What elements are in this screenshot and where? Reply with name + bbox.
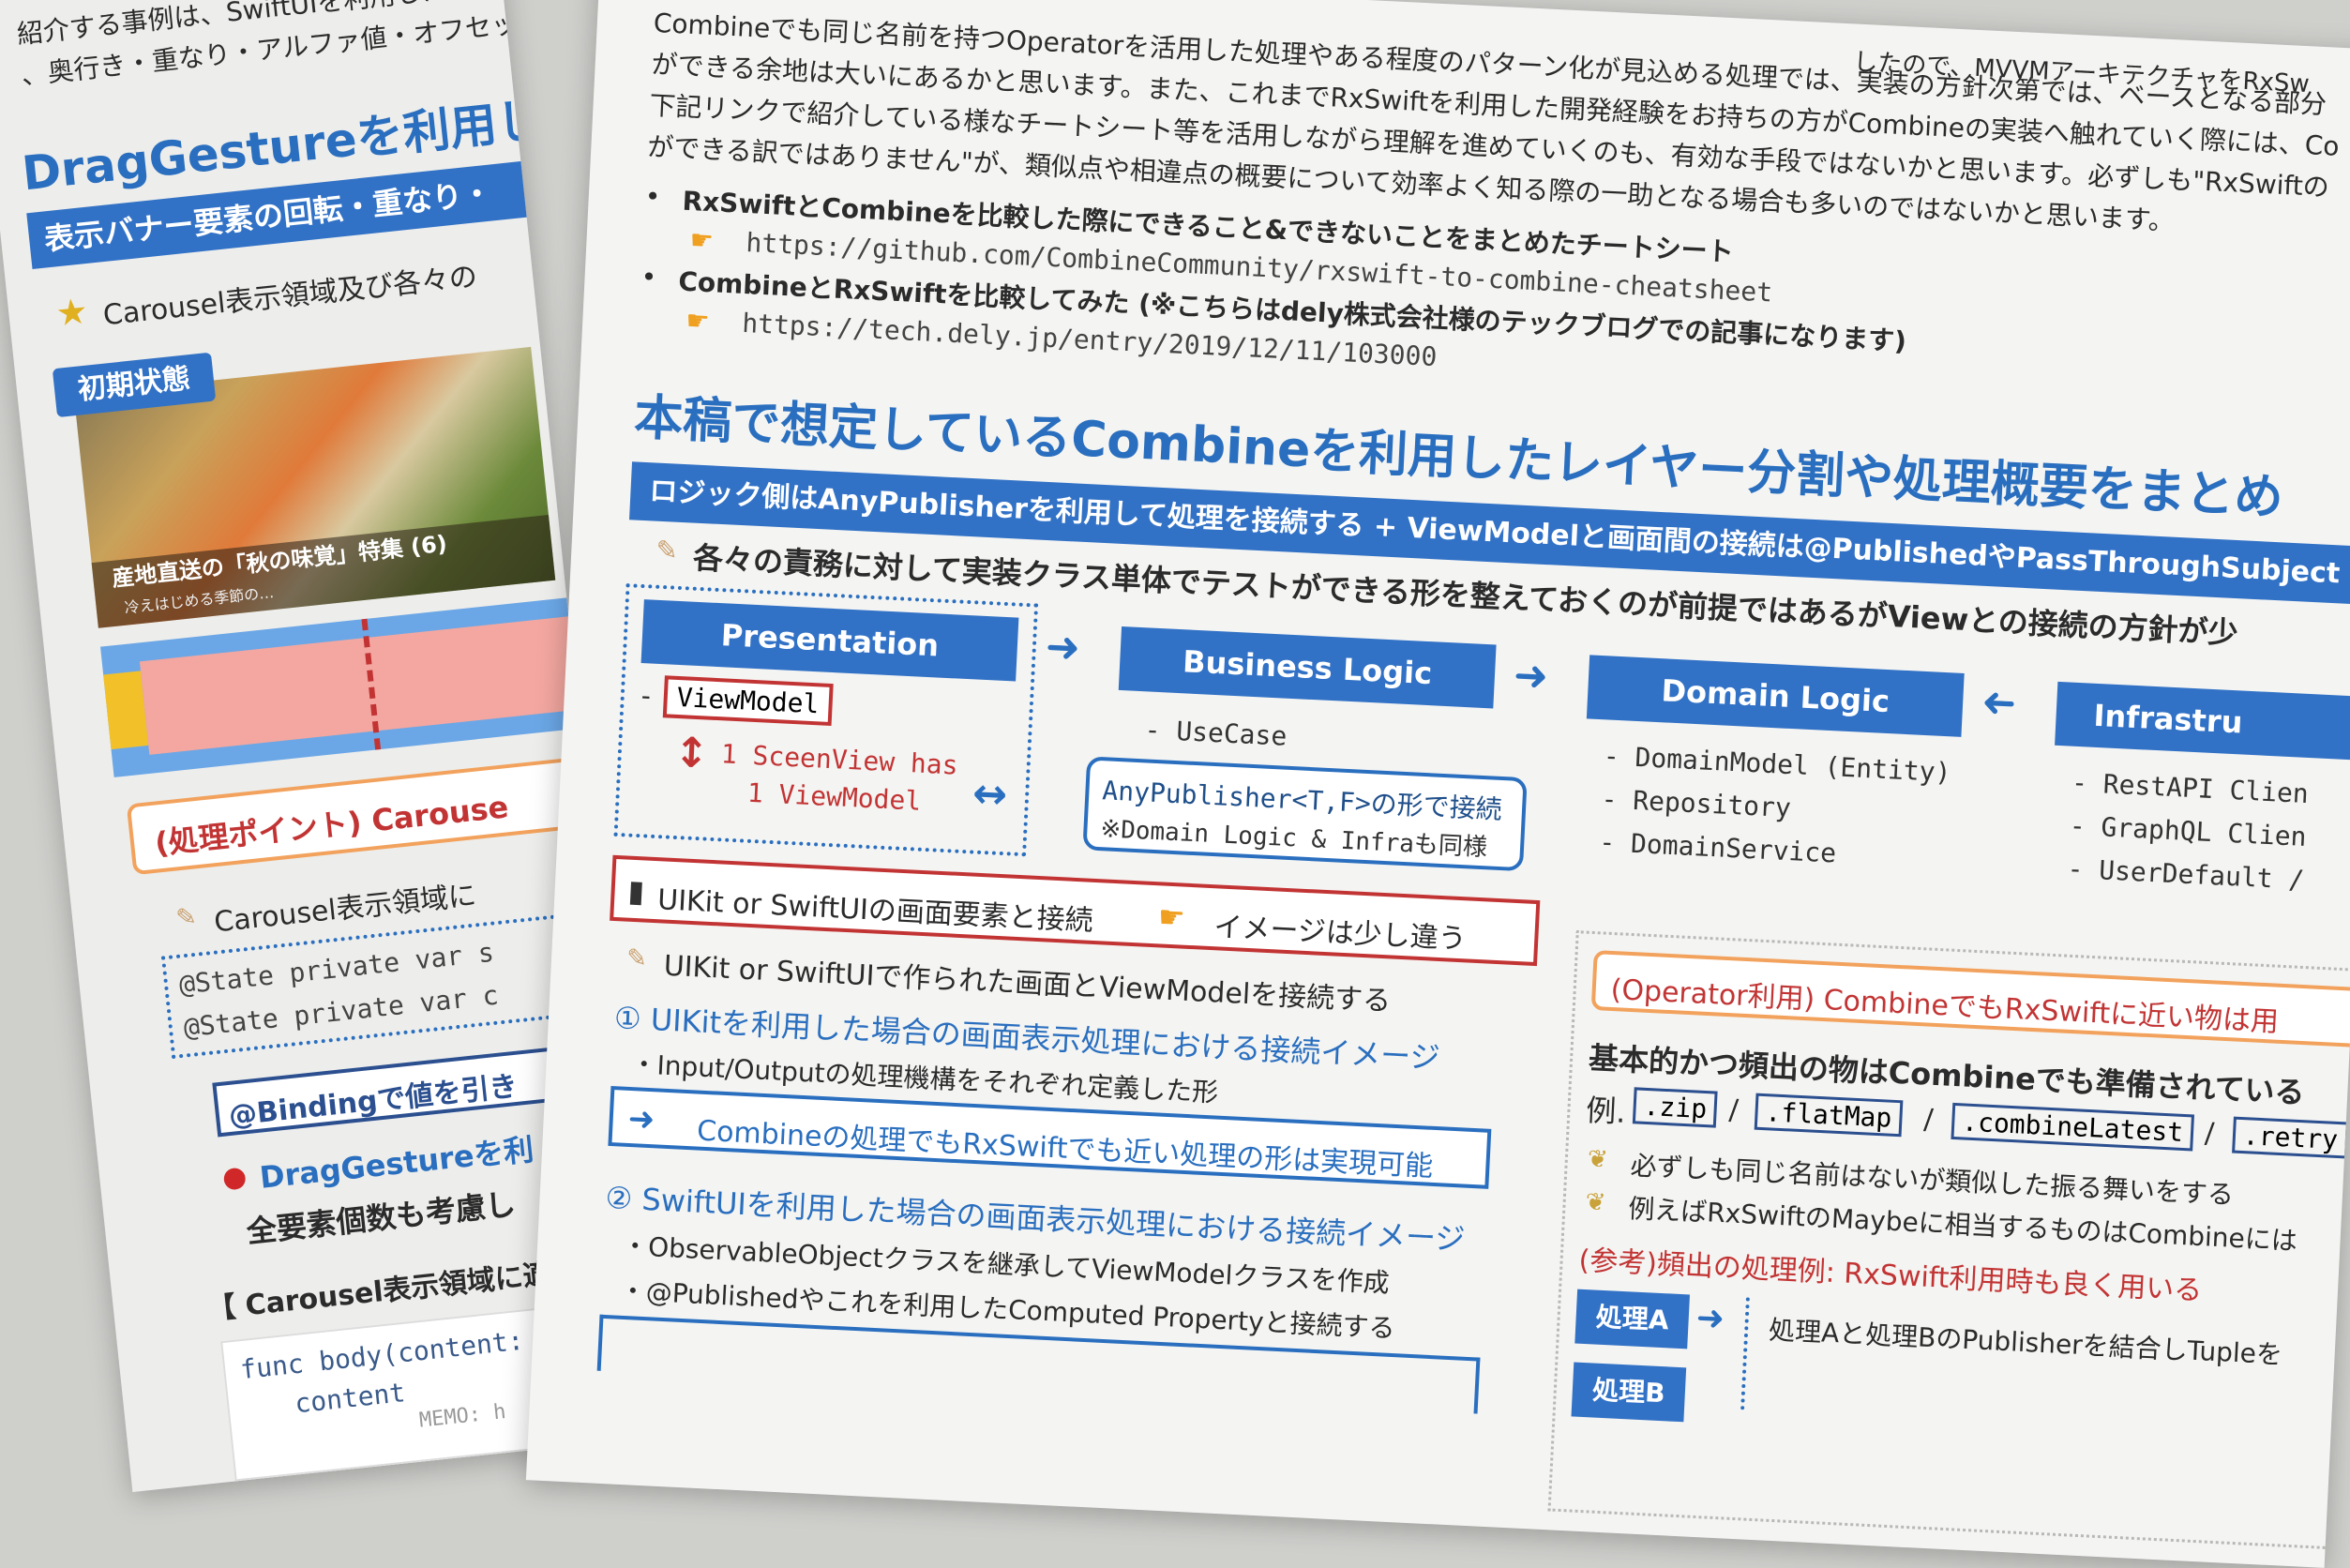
viewmodel-box: ViewModel [662,675,834,727]
arrow-left-icon: ➜ [1980,677,2018,728]
layer-business-logic: Business Logic [1118,626,1497,709]
carousel-diagram [100,597,580,777]
infra-item-0: - RestAPI Clien [2071,766,2310,810]
usecase-label: - UseCase [1143,714,1288,752]
anypublisher-box: AnyPublisher<T,F>の形で接続 ※Domain Logic & I… [1082,756,1528,872]
op-separator: / [2204,1117,2216,1151]
viewmodel-dash: - [640,680,652,712]
op-retry: .retry [2232,1116,2349,1159]
main-document-sheet: したので、MVVMアーキテクチャをRxSw Combineでも同じ名前を持つOp… [525,0,2350,1568]
layer-infrastructure: Infrastru [2055,681,2350,766]
pointing-hand-icon: ☛ [685,304,711,338]
processing-point-box: (処理ポイント) Carouse [126,755,600,876]
arrow-right-icon: ➜ [1695,1298,1725,1339]
arrow-right-icon: ➜ [1044,623,1082,672]
sprout-icon: ❦ [1584,1187,1607,1217]
op-flatmap: .flatMap [1754,1093,1904,1138]
layer-domain-logic: Domain Logic [1586,655,1965,737]
domain-item-0: - DomainModel (Entity) [1603,740,1952,789]
pin-icon: ✎ [655,534,679,566]
pin-icon: ✎ [174,902,199,933]
op-zip: .zip [1632,1087,1719,1128]
apple-icon: ● [220,1159,249,1196]
double-arrow-horizontal-icon: ↔ [971,769,1009,820]
infra-item-1: - GraphQL Clien [2069,809,2308,852]
op-separator: / [1727,1093,1740,1127]
arrow-right-icon: ➜ [1512,651,1550,701]
process-b-box: 処理B [1571,1362,1687,1423]
example-prefix: 例. [1585,1092,1627,1130]
infra-item-2: - UserDefault / [2066,852,2306,896]
process-a-box: 処理A [1574,1289,1690,1349]
op-separator: / [1922,1103,1935,1137]
pointing-hand-icon: ☛ [688,224,715,257]
domain-item-2: - DomainService [1598,826,1837,869]
phone-icon: ▮ [626,872,646,910]
bullet-dot: • [640,261,657,294]
domain-item-1: - Repository [1600,783,1792,824]
double-arrow-vertical-icon: ↕ [672,728,711,778]
star-icon: ★ [53,290,90,335]
pin-icon: ✎ [625,943,648,973]
sprout-icon: ❦ [1587,1144,1609,1175]
left-star-line: Carousel表示領域及び各々の [101,260,479,333]
bullet-dot: • [644,180,662,213]
pointing-hand-icon: ☛ [1157,898,1186,936]
arrow-right-icon: ➜ [626,1099,656,1139]
